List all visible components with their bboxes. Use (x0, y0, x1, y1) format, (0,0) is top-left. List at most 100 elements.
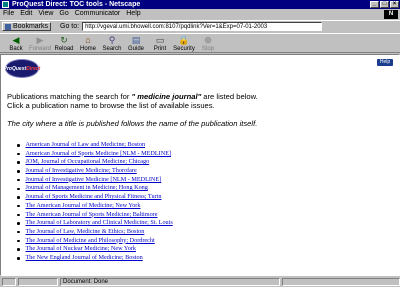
print-label: Print (153, 46, 167, 52)
menu-bar: File Edit View Go Communicator Help N (0, 9, 400, 19)
back-label: Back (9, 46, 23, 52)
window-title: ProQuest Direct: TOC tools - Netscape (12, 1, 141, 8)
back-button[interactable]: ◀ Back (5, 34, 27, 53)
list-item: The Journal of Law, Medicine & Ethics; B… (17, 228, 173, 237)
list-item: The Journal of Medicine and Philosophy; … (17, 237, 173, 246)
publication-link[interactable]: American Journal of Sports Medicine [NLM… (26, 150, 172, 159)
goto-label: Go to: (60, 23, 80, 30)
list-item: Journal of Investigative Medicine; Thoro… (17, 167, 173, 176)
home-label: Home (79, 46, 96, 52)
forward-button[interactable]: ▶ Forward (29, 34, 51, 53)
stop-button[interactable]: ⬣ Stop (197, 34, 219, 53)
bullet-icon (17, 161, 20, 164)
guide-icon: ▤ (131, 35, 141, 45)
bookmarks-icon (5, 23, 11, 30)
logo-accent: Direct (26, 65, 41, 72)
bullet-icon (17, 196, 20, 199)
back-arrow-icon: ◀ (12, 35, 20, 45)
bullet-icon (17, 187, 20, 191)
bullet-icon (17, 257, 20, 260)
publication-link[interactable]: Journal of Investigative Medicine [NLM -… (26, 176, 162, 185)
publication-list: American Journal of Law and Medicine; Bo… (17, 141, 173, 263)
close-button[interactable]: × (390, 1, 399, 8)
menu-communicator[interactable]: Communicator (75, 9, 121, 19)
bullet-icon (17, 239, 20, 243)
bullet-icon (17, 213, 20, 217)
list-item: The New England Journal of Medicine; Bos… (17, 254, 173, 263)
publication-link[interactable]: The American Journal of Sports Medicine;… (26, 211, 158, 220)
intro-prefix: Publications matching the search for (7, 92, 132, 101)
list-item: American Journal of Sports Medicine [NLM… (17, 150, 173, 159)
publication-link[interactable]: The Journal of Medicine and Philosophy; … (26, 237, 155, 246)
list-item: The Journal of Laboratory and Clinical M… (17, 219, 173, 228)
reload-icon: ↻ (60, 35, 68, 45)
menu-view[interactable]: View (38, 9, 53, 19)
publication-link[interactable]: JOM, Journal of Occupational Medicine; C… (26, 158, 150, 167)
help-button[interactable]: Help (377, 59, 393, 66)
menu-edit[interactable]: Edit (20, 9, 32, 19)
forward-label: Forward (29, 46, 52, 52)
menu-go[interactable]: Go (59, 9, 68, 19)
list-item: Journal of Management in Medicine; Hong … (17, 184, 173, 193)
list-item: Journal of Investigative Medicine [NLM -… (17, 176, 173, 185)
publication-link[interactable]: The American Journal of Medicine; New Yo… (26, 202, 141, 211)
list-item: The American Journal of Sports Medicine;… (17, 211, 173, 220)
status-bar: Document: Done (0, 277, 400, 287)
netscape-logo-icon: N (384, 10, 398, 19)
status-icons (282, 278, 400, 286)
search-label: Search (102, 46, 122, 52)
status-text: Document: Done (60, 278, 280, 286)
menu-help[interactable]: Help (126, 9, 140, 19)
proquest-direct-logo[interactable]: ProQuest Direct (3, 59, 41, 78)
location-toolbar: Bookmarks Go to: http://vgeval.umi.bhowe… (0, 20, 400, 32)
publication-link[interactable]: The New England Journal of Medicine; Bos… (26, 254, 143, 263)
security-button[interactable]: 🔒 Security (173, 34, 195, 53)
publication-link[interactable]: American Journal of Law and Medicine; Bo… (26, 141, 146, 150)
home-button[interactable]: ⌂ Home (77, 34, 99, 53)
bullet-icon (17, 178, 20, 182)
bullet-icon (17, 222, 20, 225)
bullet-icon (17, 144, 20, 147)
bullet-icon (17, 204, 20, 208)
print-button[interactable]: ▭ Print (149, 34, 171, 53)
publication-link[interactable]: Journal of Investigative Medicine; Thoro… (26, 167, 137, 176)
bullet-icon (17, 170, 20, 173)
search-icon: ⚲ (108, 35, 116, 45)
progress-area (18, 278, 58, 286)
publication-link[interactable]: The Journal of Laboratory and Clinical M… (26, 219, 173, 228)
intro-suffix: are listed below. (201, 92, 258, 101)
logo-text: ProQuest (3, 65, 27, 72)
intro-line2: Click a publication name to browse the l… (7, 101, 215, 110)
guide-label: Guide (127, 46, 144, 52)
city-note: The city where a title is published foll… (7, 119, 258, 128)
print-icon: ▭ (155, 35, 165, 45)
reload-button[interactable]: ↻ Reload (53, 34, 75, 53)
menu-file[interactable]: File (3, 9, 14, 19)
guide-button[interactable]: ▤ Guide (125, 34, 147, 53)
reload-label: Reload (54, 46, 74, 52)
search-button[interactable]: ⚲ Search (101, 34, 123, 53)
bullet-icon (17, 248, 20, 251)
home-icon: ⌂ (85, 35, 91, 45)
security-icon: 🔒 (178, 35, 190, 45)
connection-indicator (2, 278, 16, 286)
list-item: Journal of Sports Medicine and Physical … (17, 193, 173, 202)
page-content: ProQuest Direct Help Publications matchin… (0, 54, 400, 276)
stop-label: Stop (201, 46, 215, 52)
stop-icon: ⬣ (204, 35, 212, 45)
bullet-icon (17, 152, 20, 156)
maximize-button[interactable]: □ (380, 1, 389, 8)
publication-link[interactable]: The Journal of Law, Medicine & Ethics; B… (26, 228, 145, 237)
minimize-button[interactable]: _ (370, 1, 379, 8)
list-item: American Journal of Law and Medicine; Bo… (17, 141, 173, 150)
publication-link[interactable]: Journal of Sports Medicine and Physical … (26, 193, 162, 202)
security-label: Security (173, 46, 195, 52)
netscape-app-icon[interactable] (2, 1, 9, 8)
search-query: " medicine journal" (131, 92, 202, 101)
publication-link[interactable]: The Journal of Nuclear Medicine; New Yor… (26, 245, 137, 254)
navigation-toolbar: ◀ Back ▶ Forward ↻ Reload ⌂ Home ⚲ Searc… (0, 33, 400, 53)
publication-link[interactable]: Journal of Management in Medicine; Hong … (26, 184, 148, 193)
list-item: The Journal of Nuclear Medicine; New Yor… (17, 245, 173, 254)
bookmarks-button[interactable]: Bookmarks (2, 22, 52, 31)
url-field[interactable]: http://vgeval.umi.bhowell.com:8107/pqdli… (82, 22, 323, 31)
